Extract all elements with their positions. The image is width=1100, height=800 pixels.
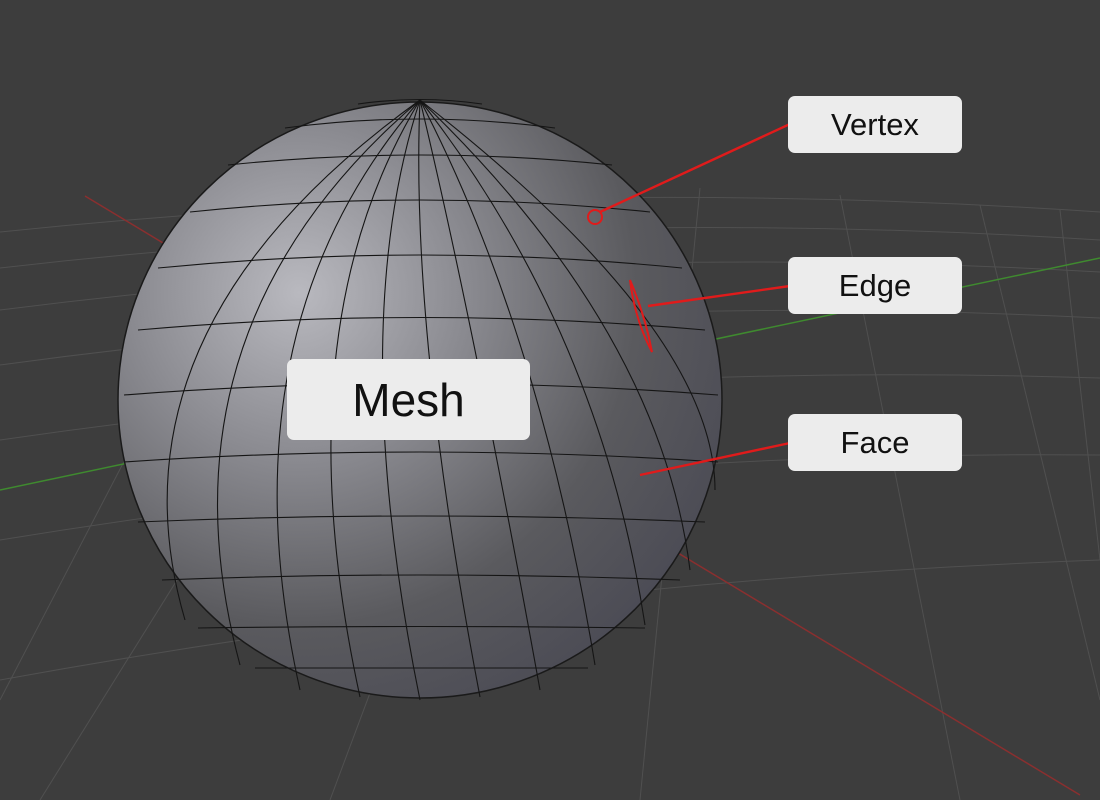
vertex-callout-line — [599, 122, 791, 214]
vertex-label: Vertex — [788, 96, 962, 153]
edge-label: Edge — [788, 257, 962, 314]
face-label: Face — [788, 414, 962, 471]
viewport[interactable]: Vertex Edge Face Mesh — [0, 0, 1100, 800]
mesh-label: Mesh — [287, 359, 530, 440]
